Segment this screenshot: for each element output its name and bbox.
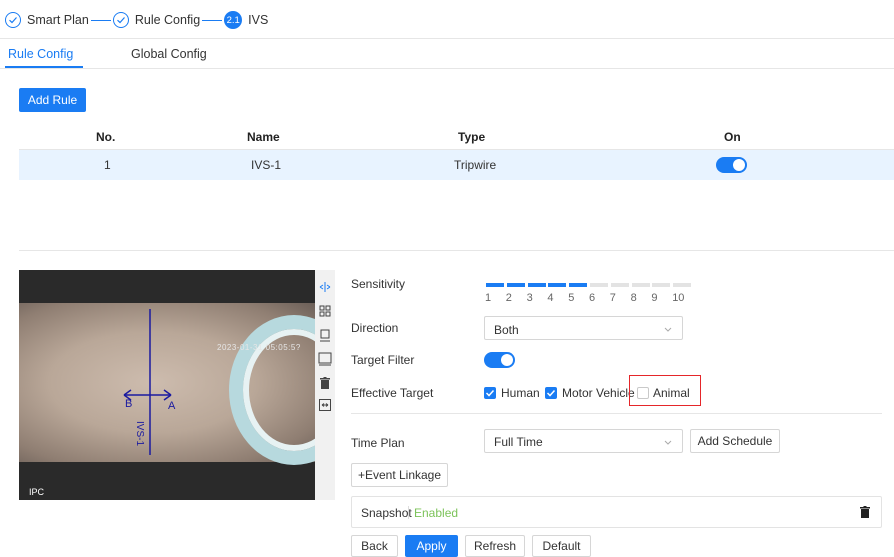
step-connector — [90, 19, 111, 21]
sensitivity-segment[interactable] — [631, 283, 650, 287]
apply-button[interactable]: Apply — [405, 535, 458, 557]
check-icon — [546, 389, 556, 397]
sensitivity-tick-label: 9 — [651, 292, 658, 304]
default-button[interactable]: Default — [532, 535, 591, 557]
annotation-highlight-box — [629, 375, 701, 406]
tab-rule-config[interactable]: Rule Config — [8, 47, 73, 61]
sensitivity-segment[interactable] — [610, 283, 629, 287]
direction-point-b: B — [125, 398, 133, 410]
direction-select[interactable]: Both — [484, 316, 683, 340]
check-icon — [485, 389, 495, 397]
event-linkage-button[interactable]: +Event Linkage — [351, 463, 448, 487]
effective-target-label: Effective Target — [351, 386, 434, 400]
snapshot-status: Enabled — [414, 506, 459, 520]
sensitivity-segment[interactable] — [486, 283, 504, 287]
step-rule-config[interactable]: Rule Config — [112, 12, 201, 28]
chevron-down-icon — [664, 327, 672, 332]
rule-no: 1 — [104, 158, 111, 172]
sensitivity-tick-label: 3 — [526, 292, 533, 304]
max-size-icon[interactable] — [318, 352, 332, 366]
camera-scene: 2023-01-31 05:05:5? IPC B A IVS-1 — [19, 303, 315, 497]
time-plan-label: Time Plan — [351, 436, 405, 450]
video-preview[interactable]: 2023-01-31 05:05:5? IPC B A IVS-1 — [19, 270, 315, 500]
sensitivity-tick-label: 6 — [589, 292, 596, 304]
delete-icon[interactable] — [860, 506, 870, 521]
target-filter-toggle[interactable] — [484, 352, 515, 368]
drawing-toolbar — [315, 270, 335, 500]
snapshot-label: Snapshot — [361, 506, 412, 520]
back-button[interactable]: Back — [351, 535, 398, 557]
human-option-label: Human — [501, 386, 540, 400]
delete-icon[interactable] — [318, 376, 332, 390]
step-number-badge: 2.1 — [224, 11, 243, 29]
table-bottom-divider — [19, 250, 894, 251]
tab-global-config[interactable]: Global Config — [131, 47, 207, 61]
sensitivity-segment[interactable] — [673, 283, 692, 287]
tripwire-overlay[interactable] — [19, 303, 315, 462]
rule-type: Tripwire — [454, 158, 497, 172]
step-label: IVS — [248, 13, 269, 27]
pixel-counter-icon[interactable] — [318, 398, 332, 412]
refresh-button[interactable]: Refresh — [465, 535, 525, 557]
step-smart-plan[interactable]: Smart Plan — [5, 12, 89, 28]
sensitivity-tick-label: 1 — [485, 292, 492, 304]
time-plan-value: Full Time — [494, 435, 543, 449]
rule-name: IVS-1 — [251, 158, 282, 172]
chevron-down-icon — [664, 440, 672, 445]
sensitivity-segment[interactable] — [506, 283, 525, 287]
motor-vehicle-option-label: Motor Vehicle — [562, 386, 635, 400]
rule-enable-toggle[interactable] — [716, 157, 747, 173]
column-header-no: No. — [96, 130, 116, 144]
step-connector — [202, 19, 223, 21]
check-icon — [112, 12, 129, 28]
direction-label: Direction — [351, 321, 399, 335]
osd-channel-label: IPC — [29, 487, 45, 497]
sensitivity-segment[interactable] — [569, 283, 588, 287]
column-header-type: Type — [458, 130, 486, 144]
sensitivity-segment[interactable] — [548, 283, 567, 287]
divider — [351, 413, 882, 414]
sensitivity-tick-label: 4 — [547, 292, 554, 304]
sensitivity-tick-label: 5 — [568, 292, 575, 304]
column-header-on: On — [724, 130, 741, 144]
sensitivity-tick-label: 7 — [609, 292, 616, 304]
column-header-name: Name — [247, 130, 280, 144]
add-rule-button[interactable]: Add Rule — [19, 88, 86, 112]
direction-value: Both — [494, 323, 519, 337]
snapshot-linkage-item: Snapshot Enabled — [351, 496, 882, 528]
sensitivity-tick-label: 2 — [505, 292, 512, 304]
sensitivity-segment[interactable] — [590, 283, 608, 287]
direction-point-a: A — [168, 400, 176, 412]
step-label: Rule Config — [134, 13, 201, 27]
step-ivs[interactable]: 2.1 IVS — [224, 11, 268, 29]
divider — [0, 68, 894, 69]
add-schedule-button[interactable]: Add Schedule — [690, 429, 780, 453]
check-icon — [5, 12, 21, 28]
sensitivity-tick-label: 10 — [672, 292, 685, 304]
divider — [0, 38, 894, 39]
time-plan-select[interactable]: Full Time — [484, 429, 683, 453]
motor-vehicle-checkbox[interactable] — [545, 387, 557, 399]
sensitivity-label: Sensitivity — [351, 277, 406, 291]
sensitivity-tick-label: 8 — [630, 292, 637, 304]
human-checkbox[interactable] — [484, 387, 496, 399]
sensitivity-segment[interactable] — [527, 283, 546, 287]
sensitivity-segment[interactable] — [652, 283, 671, 287]
min-size-icon[interactable] — [318, 328, 332, 342]
step-label: Smart Plan — [27, 13, 89, 27]
wizard-stepper: Smart Plan Rule Config 2.1 IVS — [5, 9, 268, 31]
target-filter-label: Target Filter — [351, 353, 415, 367]
rule-overlay-label: IVS-1 — [134, 421, 145, 447]
separator — [408, 506, 409, 519]
region-icon[interactable] — [318, 304, 332, 318]
tripwire-draw-icon[interactable] — [318, 280, 332, 294]
